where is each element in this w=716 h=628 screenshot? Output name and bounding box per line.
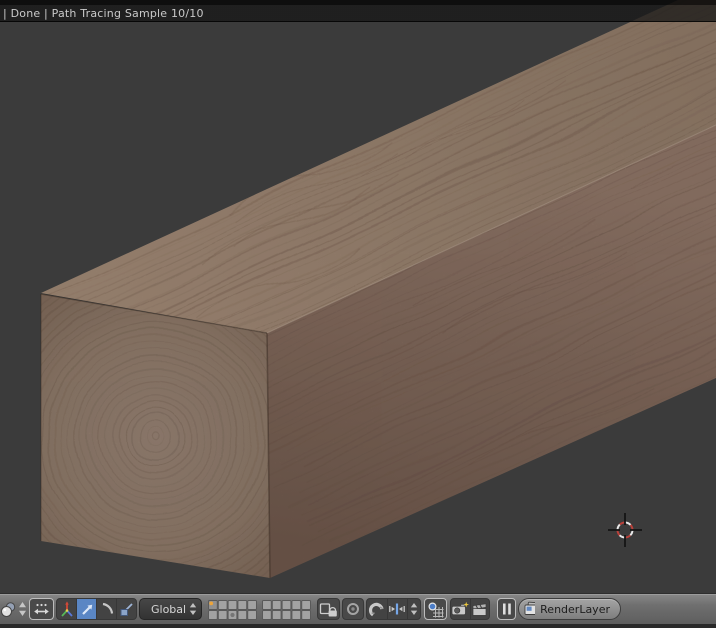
opengl-render-image-button[interactable] bbox=[451, 599, 471, 619]
proportional-editing-dropdown[interactable] bbox=[342, 598, 364, 620]
viewport-header-toolbar: Global RenderLayer bbox=[0, 594, 716, 624]
snap-increment-icon bbox=[389, 603, 406, 615]
manipulator-scale-toggle[interactable] bbox=[117, 599, 136, 619]
transform-orientation-value: Global bbox=[151, 602, 187, 616]
snap-settings-group bbox=[366, 598, 421, 620]
pause-render-button[interactable] bbox=[497, 598, 516, 620]
manipulator-enable-toggle[interactable] bbox=[57, 599, 77, 619]
layer-grid-icon bbox=[262, 600, 311, 620]
viewport-shading-dropdown[interactable] bbox=[0, 598, 16, 620]
render-layer-dropdown[interactable]: RenderLayer bbox=[518, 598, 621, 620]
viewport-shading-sphere-icon bbox=[1, 601, 16, 617]
translate-arrow-icon bbox=[81, 604, 92, 615]
manipulate-centers-icon bbox=[34, 603, 49, 614]
opengl-render-animation-button[interactable] bbox=[471, 599, 490, 619]
render-status-text: | Done | Path Tracing Sample 10/10 bbox=[3, 7, 204, 20]
render-layer-value: RenderLayer bbox=[540, 602, 610, 616]
scale-icon bbox=[120, 603, 133, 616]
stepper-arrows-icon bbox=[18, 602, 26, 616]
render-status-bar: | Done | Path Tracing Sample 10/10 bbox=[0, 0, 716, 22]
manipulator-translate-toggle[interactable] bbox=[77, 599, 97, 619]
opengl-render-group bbox=[450, 598, 490, 620]
blender-window: | Done | Path Tracing Sample 10/10 Globa… bbox=[0, 0, 716, 628]
pause-icon bbox=[502, 603, 511, 615]
lock-icon bbox=[319, 602, 337, 616]
viewport-shading-stepper[interactable] bbox=[17, 598, 27, 620]
layer-buttons-group-2[interactable] bbox=[262, 600, 311, 620]
proportional-edit-donut-icon bbox=[347, 603, 359, 615]
manipulator-axis-icon bbox=[60, 601, 73, 617]
transform-orientation-dropdown[interactable]: Global bbox=[139, 598, 202, 620]
snap-element-stepper[interactable] bbox=[408, 599, 420, 619]
snap-toggle[interactable] bbox=[367, 599, 388, 619]
layer-buttons-group-1[interactable] bbox=[208, 600, 257, 620]
render-camera-icon bbox=[451, 601, 470, 616]
snap-target-icon bbox=[428, 601, 444, 617]
window-bottom-edge bbox=[0, 624, 716, 628]
clapperboard-icon bbox=[472, 603, 487, 616]
snap-target-button[interactable] bbox=[424, 598, 447, 620]
manipulator-rotate-toggle[interactable] bbox=[97, 599, 117, 619]
rotate-arc-icon bbox=[102, 602, 113, 614]
snap-element-dropdown[interactable] bbox=[388, 599, 409, 619]
render-layers-icon bbox=[524, 601, 536, 615]
stepper-arrows-icon bbox=[410, 603, 418, 615]
dropdown-stepper-icon bbox=[189, 603, 197, 615]
lock-to-scene-toggle[interactable] bbox=[317, 598, 340, 620]
manipulate-centers-toggle[interactable] bbox=[29, 598, 54, 620]
transform-manipulator-group bbox=[56, 598, 137, 620]
snap-magnet-icon bbox=[368, 602, 384, 617]
layer-grid-icon bbox=[208, 600, 257, 620]
3d-viewport[interactable] bbox=[0, 0, 716, 594]
